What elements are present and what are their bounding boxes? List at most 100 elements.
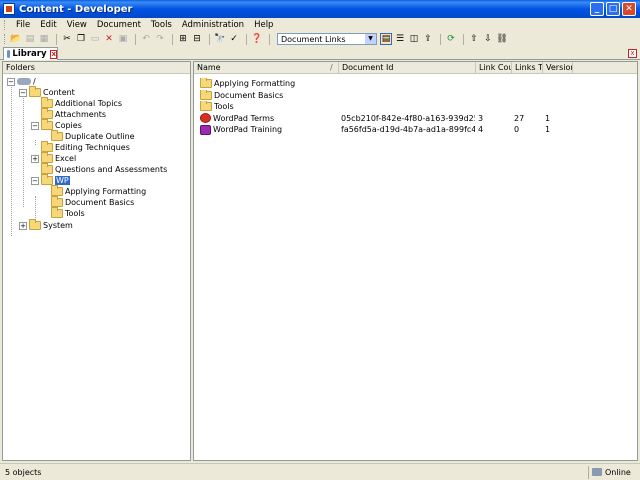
column-header-links-to[interactable]: Links To [512,62,543,74]
toolbar-separator [440,33,441,45]
tree-node-label: Additional Topics [55,99,122,108]
online-icon [592,468,602,476]
check-in-icon[interactable]: ⇧ [468,33,480,45]
menu-tools[interactable]: Tools [146,20,177,30]
delete-icon[interactable]: ✕ [103,33,115,45]
menubar-grip[interactable] [4,20,7,30]
close-icon[interactable]: x [50,49,57,59]
column-name-label: Name [197,63,221,72]
connection-status: Online [588,465,640,479]
details-view-icon[interactable]: ▤ [380,33,392,45]
view-dropdown[interactable]: Document Links ▼ [277,33,377,45]
collapse-icon[interactable]: − [31,121,39,130]
tree-node-label: Attachments [55,110,107,119]
folder-icon [200,101,212,111]
menu-administration[interactable]: Administration [177,20,249,30]
tree-node-editing-techniques[interactable]: Editing Techniques [41,141,130,153]
tree-node-label: / [33,77,36,86]
column-header-link-count[interactable]: Link Count [476,62,512,74]
cell-version: 1 [545,113,551,123]
minimize-button[interactable]: _ [590,2,604,16]
column-header-version[interactable]: Version [543,62,573,74]
open-folder-icon[interactable]: 📂 [10,33,22,45]
folder-icon [41,108,53,119]
row-name-label: WordPad Terms [213,113,275,123]
publish-icon[interactable]: ⇪ [422,33,434,45]
folder-icon [51,130,63,141]
cell-name: Applying Formatting [200,78,335,89]
help-icon[interactable]: ❓ [251,33,263,45]
collapse-icon[interactable]: ⊟ [191,33,203,45]
maximize-button[interactable]: □ [606,2,620,16]
connection-status-label: Online [605,467,631,477]
tree-node-applying-formatting[interactable]: Applying Formatting [51,185,146,197]
tree-node-label: Copies [55,121,82,130]
menu-view[interactable]: View [62,20,92,30]
folder-icon [29,219,41,230]
paste-icon[interactable]: ▭ [89,33,101,45]
row-name-label: Tools [214,102,234,111]
folder-icon [41,97,53,108]
redo-icon[interactable]: ↷ [154,33,166,45]
table-row[interactable]: WordPad Terms 05cb210f-842e-4f80-a163-93… [194,113,637,125]
expand-icon[interactable]: + [31,154,39,163]
refresh-icon[interactable]: ⟳ [445,33,457,45]
cell-links-to: 0 [514,125,520,134]
check-out-icon[interactable]: ⇩ [482,33,494,45]
expand-icon[interactable]: + [19,221,27,230]
tree-node-document-basics[interactable]: Document Basics [51,196,134,208]
tree-node-excel[interactable]: + Excel [31,152,76,164]
tree-node-questions-and-assessments[interactable]: Questions and Assessments [41,163,167,175]
folder-icon [41,163,53,174]
toolbar-separator [463,33,464,45]
columns-view-icon[interactable]: ◫ [408,33,420,45]
menu-file[interactable]: File [11,20,35,30]
menu-help[interactable]: Help [249,20,278,30]
list-view-icon[interactable]: ☰ [394,33,406,45]
library-root-icon [17,78,31,85]
row-name-label: Document Basics [214,90,284,100]
find-icon[interactable]: 🔭 [214,33,226,45]
tree-node-additional-topics[interactable]: Additional Topics [41,97,122,109]
save-icon[interactable]: ▤ [24,33,36,45]
table-row[interactable]: Applying Formatting [194,78,637,90]
spell-check-icon[interactable]: ✓ [228,33,240,45]
tree-node-duplicate-outline[interactable]: Duplicate Outline [51,130,135,142]
chevron-down-icon[interactable]: ▼ [365,34,376,44]
properties-icon[interactable]: ▦ [38,33,50,45]
column-header-name[interactable]: Name / [194,62,339,74]
table-row[interactable]: Document Basics [194,89,637,102]
collapse-icon[interactable]: − [19,88,27,97]
disabled-icon[interactable]: ▣ [117,33,129,45]
toolbar-grip[interactable] [4,34,7,44]
collapse-icon[interactable]: − [7,77,15,86]
link-icon[interactable]: ⛓ [496,33,508,45]
toolbar-separator [246,33,247,45]
tab-library-label: Library [12,49,47,59]
app-icon[interactable] [3,3,15,15]
menu-edit[interactable]: Edit [35,20,61,30]
tree-node-attachments[interactable]: Attachments [41,108,107,120]
close-window-button[interactable]: ✕ [622,2,636,16]
library-icon [7,50,11,58]
tree-node-system[interactable]: + System [19,219,73,231]
tree-connector [23,95,24,207]
table-row[interactable]: WordPad Training fa56fd5a-d19d-4b7a-ad1a… [194,124,637,136]
folder-icon [41,119,53,130]
copy-icon[interactable]: ❐ [75,33,87,45]
tree-connector [11,84,12,236]
column-header-document-id[interactable]: Document Id [339,62,476,74]
toolbar-separator [209,33,210,45]
tree-node-tools[interactable]: Tools [51,207,85,219]
table-row[interactable]: Tools [194,101,637,113]
folder-open-icon [41,174,53,185]
folder-icon [200,78,212,88]
tab-library[interactable]: Library x [3,47,58,60]
folders-panel: Folders − / − Content Additional Topics … [2,61,191,461]
cut-icon[interactable]: ✂ [61,33,73,45]
menu-document[interactable]: Document [92,20,146,30]
undo-icon[interactable]: ↶ [140,33,152,45]
collapse-icon[interactable]: − [31,176,39,185]
expand-icon[interactable]: ⊞ [177,33,189,45]
close-tab-strip-icon[interactable]: x [628,49,637,58]
